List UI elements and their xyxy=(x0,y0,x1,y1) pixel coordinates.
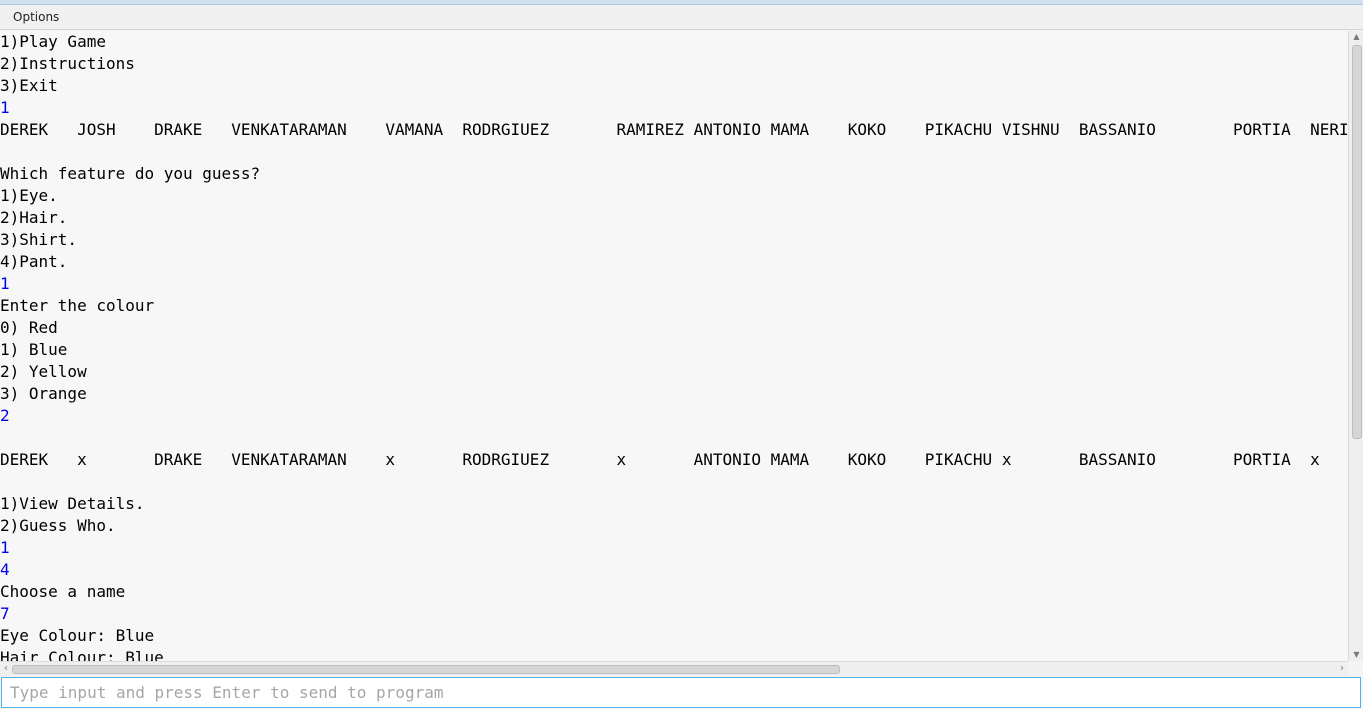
scroll-left-arrow-icon[interactable]: ‹ xyxy=(0,662,12,676)
console-output-line: Hair Colour: Blue xyxy=(0,648,164,661)
input-bar xyxy=(0,676,1363,709)
vertical-scroll-thumb[interactable] xyxy=(1352,45,1362,439)
console-input-echo: 7 xyxy=(0,604,10,623)
console-output-line: Which feature do you guess? xyxy=(0,164,261,183)
console-output-line: 0) Red xyxy=(0,318,58,337)
console-output-line: 1) Blue xyxy=(0,340,68,359)
console-output-line: 2)Guess Who. xyxy=(0,516,116,535)
scroll-right-arrow-icon[interactable]: › xyxy=(1336,662,1348,676)
console-input-echo: 1 xyxy=(0,538,10,557)
console-output-line: 2)Hair. xyxy=(0,208,68,227)
console-output-line: Choose a name xyxy=(0,582,126,601)
console-input-echo: 1 xyxy=(0,274,10,293)
console-output-line: 4)Pant. xyxy=(0,252,68,271)
console-output-line: 1)Play Game xyxy=(0,32,106,51)
console-output-line: 2) Yellow xyxy=(0,362,87,381)
console-output-line: Eye Colour: Blue xyxy=(0,626,155,645)
menu-bar: Options xyxy=(0,5,1363,30)
vertical-scrollbar[interactable]: ▲ ▼ xyxy=(1348,31,1363,661)
horizontal-scrollbar[interactable]: ‹ › xyxy=(0,661,1348,676)
horizontal-scroll-thumb[interactable] xyxy=(12,665,840,674)
console-output: 1)Play Game 2)Instructions 3)Exit 1 DEREK JO… xyxy=(0,31,1347,661)
scroll-up-arrow-icon[interactable]: ▲ xyxy=(1349,31,1363,43)
console-input-echo: 2 xyxy=(0,406,10,425)
console-input-echo: 1 xyxy=(0,98,10,117)
console-input-echo: 4 xyxy=(0,560,10,579)
console-output-line: 2)Instructions xyxy=(0,54,135,73)
console-output-line: 1)View Details. xyxy=(0,494,145,513)
options-menu[interactable]: Options xyxy=(6,10,66,24)
program-input-field[interactable] xyxy=(1,677,1361,708)
scroll-down-arrow-icon[interactable]: ▼ xyxy=(1349,649,1363,661)
console-output-line: 1)Eye. xyxy=(0,186,58,205)
console-output-line: 3)Exit xyxy=(0,76,58,95)
console-output-line: Enter the colour xyxy=(0,296,155,315)
console-output-line: 3)Shirt. xyxy=(0,230,78,249)
console-output-line: 3) Orange xyxy=(0,384,87,403)
console-output-line: DEREK JOSH DRAKE VENKATARAMAN VAMANA ROD… xyxy=(0,120,1347,139)
console-output-line: DEREK x DRAKE VENKATARAMAN x RODRGIUEZ x… xyxy=(0,450,1320,469)
